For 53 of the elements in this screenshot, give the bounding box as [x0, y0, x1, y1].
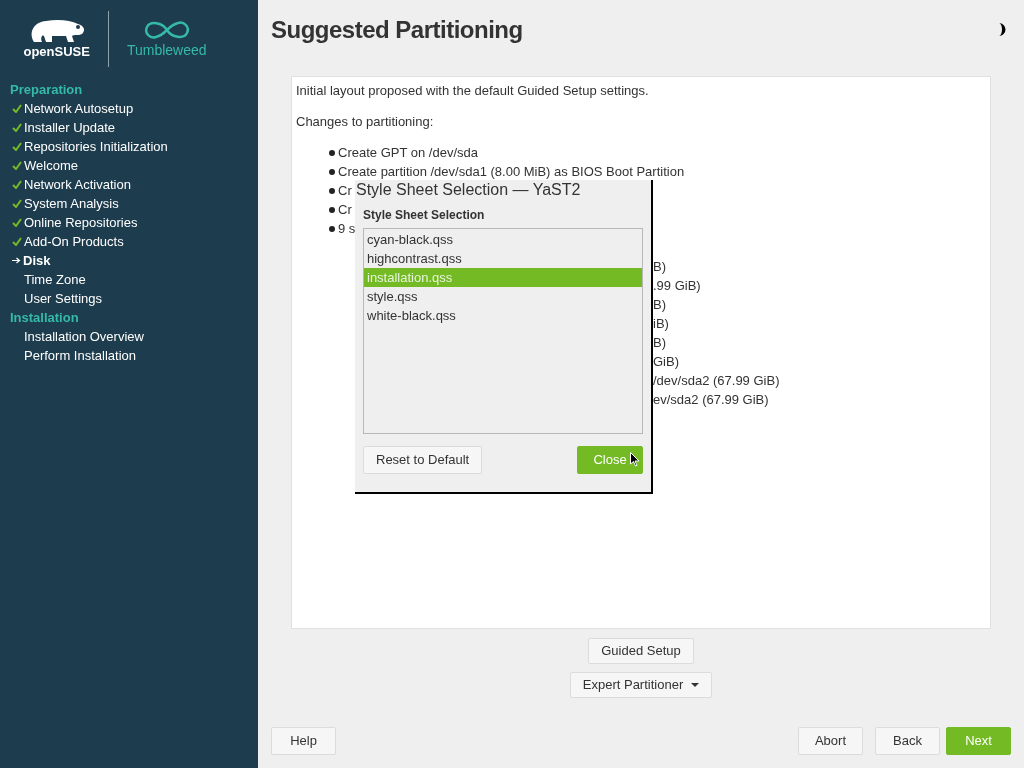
changes-heading: Changes to partitioning:	[296, 113, 435, 131]
dialog-button[interactable]: Reset to Default	[363, 446, 483, 474]
change-item: B)	[653, 296, 667, 314]
step-item: System Analysis	[24, 194, 119, 213]
step-item: User Settings	[24, 289, 103, 308]
change-item: Cr	[338, 181, 352, 200]
bullet-icon	[329, 168, 335, 175]
step-item: Disk	[23, 251, 51, 270]
change-item: B)	[653, 334, 667, 352]
step-item: Add-On Products	[24, 232, 124, 251]
bullet-icon	[329, 206, 335, 213]
style-option[interactable]: style.qss	[364, 287, 642, 306]
section-heading: Installation	[9, 309, 80, 327]
step-item: Time Zone	[24, 270, 86, 289]
change-item: 9 s	[338, 219, 356, 238]
change-item: Cr	[338, 200, 352, 219]
summary-text: Initial layout proposed with the default Guided Setup settings.	[296, 82, 650, 100]
page-title: Suggested Partitioning	[271, 15, 523, 45]
dialog-title: Style Sheet Selection — YaST2	[355, 180, 582, 200]
step-item: Network Autosetup	[24, 99, 134, 118]
change-item: /dev/sda2 (67.99 GiB)	[653, 372, 781, 390]
bullet-icon	[329, 187, 335, 194]
step-item: Installation Overview	[24, 327, 144, 346]
footer-button[interactable]: Back	[875, 727, 940, 755]
bullet-icon	[329, 149, 335, 156]
guided-setup-button[interactable]: Guided Setup	[588, 638, 694, 664]
moon-icon[interactable]	[998, 23, 1008, 36]
step-item: Online Repositories	[24, 213, 138, 232]
dialog-heading: Style Sheet Selection	[362, 207, 486, 223]
change-item: GiB)	[653, 353, 680, 371]
step-item: Welcome	[24, 156, 78, 175]
change-item: B)	[653, 258, 667, 276]
product-name: Tumbleweed	[126, 41, 207, 59]
bullet-icon	[329, 225, 335, 232]
style-option[interactable]: white-black.qss	[364, 306, 642, 325]
cursor-icon	[630, 452, 640, 467]
change-item: Create partition /dev/sda1 (8.00 MiB) as BIOS Boot Partition	[338, 162, 685, 181]
caret-icon	[691, 683, 700, 687]
step-item: Perform Installation	[24, 346, 136, 365]
expert-partitioner-button[interactable]: Expert Partitioner	[569, 672, 713, 698]
change-item: ev/sda2 (67.99 GiB)	[653, 391, 770, 409]
brand-name: openSUSE	[23, 44, 90, 60]
step-item: Network Activation	[24, 175, 131, 194]
help-button[interactable]: Help	[271, 727, 336, 755]
step-item: Installer Update	[24, 118, 116, 137]
footer-button[interactable]: Abort	[798, 727, 863, 755]
change-item: .99 GiB)	[653, 277, 702, 295]
style-option[interactable]: cyan-black.qss	[364, 230, 642, 249]
change-item: iB)	[653, 315, 670, 333]
step-item: Repositories Initialization	[24, 137, 168, 156]
change-item: Create GPT on /dev/sda	[338, 143, 478, 162]
section-heading: Preparation	[9, 81, 84, 99]
style-option[interactable]: highcontrast.qss	[364, 249, 642, 268]
